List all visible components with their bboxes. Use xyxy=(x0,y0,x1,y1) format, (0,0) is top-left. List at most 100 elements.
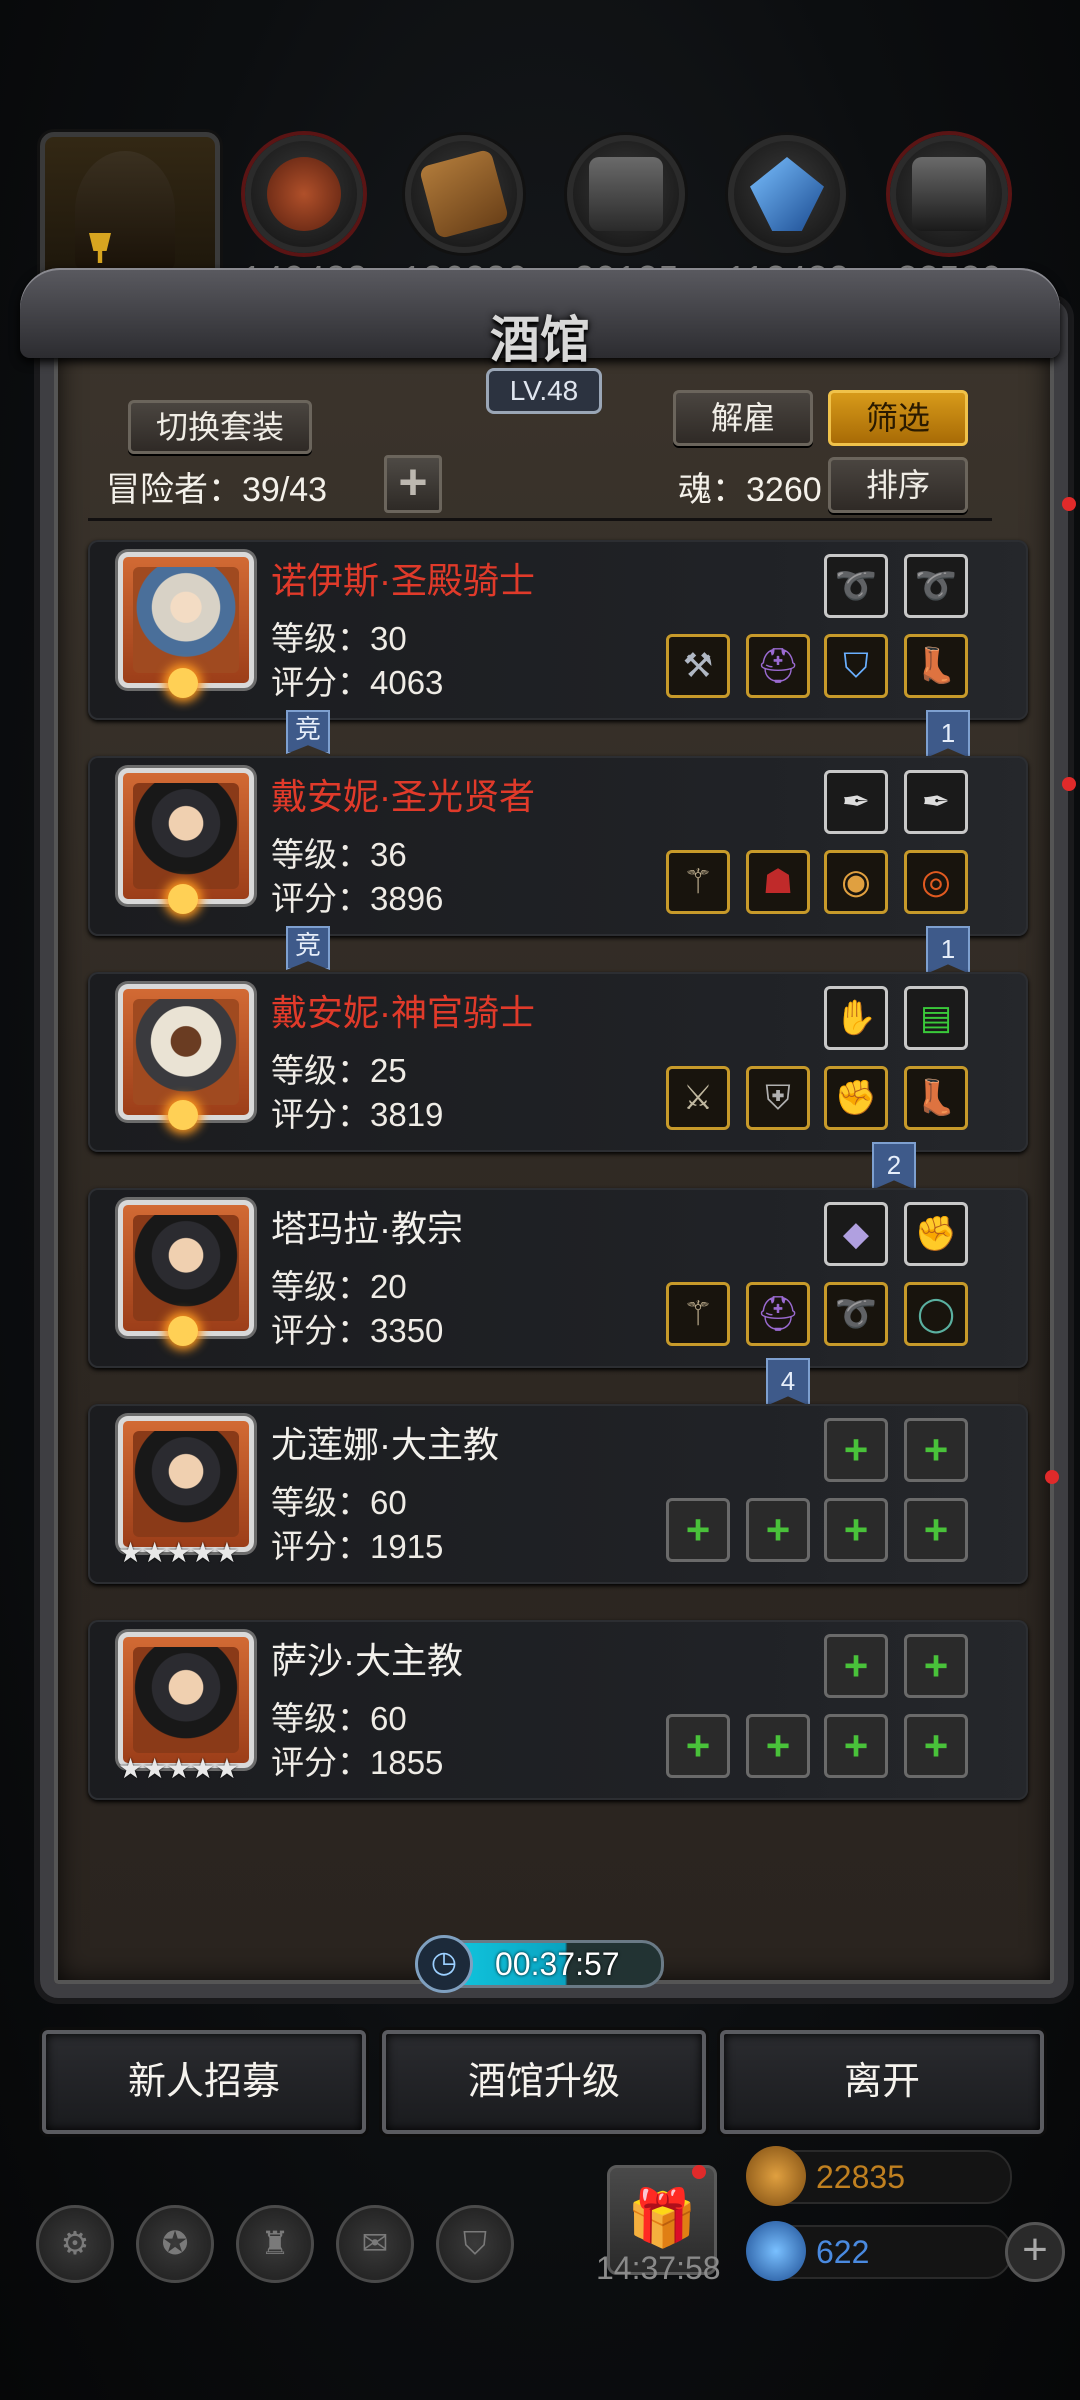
hero-name: 塔玛拉·教宗 xyxy=(271,1208,463,1249)
hero-score: 评分：3896 xyxy=(271,880,444,917)
empty-slot[interactable]: + xyxy=(666,1498,730,1562)
empty-slot[interactable]: + xyxy=(746,1714,810,1778)
necklace-slot[interactable]: ➰ xyxy=(824,1282,888,1346)
add-icon: + xyxy=(923,1506,949,1553)
shield-icon: ⛉ xyxy=(843,647,869,685)
hero-card[interactable]: 诺伊斯·圣殿骑士 等级：30 评分：4063 ➰ ➰ ⚒ ⛑ ⛉ 👢 xyxy=(88,540,1028,720)
shield-slot[interactable]: ⛉ xyxy=(824,634,888,698)
resource-stone-slot[interactable] xyxy=(567,135,685,253)
mace-icon: ⚔ xyxy=(682,1079,714,1117)
star-rating: ★★★★★ xyxy=(118,1537,240,1568)
tome-icon: ▤ xyxy=(919,999,953,1037)
hero-level: 等级：25 xyxy=(271,1052,407,1089)
empty-slot[interactable]: + xyxy=(824,1418,888,1482)
gem-icon xyxy=(746,2221,806,2281)
empty-slot[interactable]: + xyxy=(746,1498,810,1562)
switch-set-button[interactable]: 切换套装 xyxy=(128,400,312,454)
necklace-icon: ➰ xyxy=(834,1295,878,1333)
empty-slot[interactable]: + xyxy=(666,1714,730,1778)
crystal-icon: ◆ xyxy=(842,1215,870,1253)
filter-button[interactable]: 筛选 xyxy=(828,390,968,446)
boots-slot[interactable]: 👢 xyxy=(904,1066,968,1130)
helmet-slot[interactable]: ⛑ xyxy=(746,634,810,698)
hero-score: 评分：3819 xyxy=(271,1096,444,1133)
helmet-slot[interactable]: ⛑ xyxy=(746,1282,810,1346)
hero-card[interactable]: ★★★★★ 尤莲娜·大主教 等级：60 评分：1915 + + + + + + xyxy=(88,1404,1028,1584)
mace-slot[interactable]: ⚔ xyxy=(666,1066,730,1130)
staff-slot[interactable]: ⚚ xyxy=(666,850,730,914)
boots-icon: 👢 xyxy=(914,647,958,685)
resource-crystal-slot[interactable] xyxy=(728,135,846,253)
shield-icon[interactable]: ⛉ xyxy=(436,2205,514,2283)
empty-slot[interactable]: + xyxy=(904,1418,968,1482)
refresh-timer: ◷ 00:37:57 xyxy=(415,1935,664,1993)
soul-count: 魂：3260 xyxy=(678,471,822,509)
empty-slot[interactable]: + xyxy=(824,1498,888,1562)
feather-slot[interactable]: ✒ xyxy=(824,770,888,834)
crescent-icon xyxy=(168,668,198,698)
hammer-slot[interactable]: ⚒ xyxy=(666,634,730,698)
empty-slot[interactable]: + xyxy=(824,1714,888,1778)
adventurers-count: 冒险者：39/43 xyxy=(106,471,328,509)
armor-slot[interactable]: ⛨ xyxy=(746,1066,810,1130)
add-icon: + xyxy=(843,1722,869,1769)
hero-card[interactable]: 塔玛拉·教宗 等级：20 评分：3350 ◆ ✊ ⚚ ⛑ ➰ ◯ xyxy=(88,1188,1028,1368)
hero-avatar xyxy=(118,1416,254,1552)
necklace-icon: ➰ xyxy=(834,567,878,605)
gauntlet-slot[interactable]: ✊ xyxy=(824,1066,888,1130)
empty-slot[interactable]: + xyxy=(824,1634,888,1698)
add-currency-button[interactable]: + xyxy=(1005,2222,1065,2282)
hero-level: 等级：30 xyxy=(271,620,407,657)
recruit-button[interactable]: 新人招募 xyxy=(42,2030,366,2134)
add-icon: + xyxy=(843,1506,869,1553)
hero-card[interactable]: 戴安妮·圣光贤者 等级：36 评分：3896 ✒ ✒ ⚚ ☗ ◉ ◎ xyxy=(88,756,1028,936)
glove-slot[interactable]: ✋ xyxy=(824,986,888,1050)
iron-icon xyxy=(912,157,986,231)
hood-slot[interactable]: ☗ xyxy=(746,850,810,914)
settings-icon[interactable]: ⚙ xyxy=(36,2205,114,2283)
timer-text: 00:37:57 xyxy=(495,1946,620,1982)
add-icon: + xyxy=(923,1722,949,1769)
resource-leather-slot[interactable] xyxy=(245,135,363,253)
necklace-icon: ➰ xyxy=(914,567,958,605)
hero-name: 萨沙·大主教 xyxy=(271,1640,463,1681)
empty-slot[interactable]: + xyxy=(904,1498,968,1562)
leave-button[interactable]: 离开 xyxy=(720,2030,1044,2134)
castle-icon[interactable]: ♜ xyxy=(236,2205,314,2283)
mail-icon[interactable]: ✉ xyxy=(336,2205,414,2283)
add-slot-button[interactable]: + xyxy=(384,455,442,513)
boots-slot[interactable]: 👢 xyxy=(904,634,968,698)
hood-icon: ☗ xyxy=(762,863,794,901)
empty-slot[interactable]: + xyxy=(904,1714,968,1778)
gem-counter: 622 xyxy=(746,2221,1012,2281)
staff-slot[interactable]: ⚚ xyxy=(666,1282,730,1346)
staff-icon: ⚚ xyxy=(682,863,714,901)
ring-icon: ◎ xyxy=(921,863,951,901)
ring-slot[interactable]: ◉ xyxy=(824,850,888,914)
glove-icon: ✋ xyxy=(834,999,878,1037)
ring-slot[interactable]: ◯ xyxy=(904,1282,968,1346)
notification-dot xyxy=(1062,497,1076,511)
ring-icon: ◯ xyxy=(916,1295,956,1333)
empty-slot[interactable]: + xyxy=(904,1634,968,1698)
resource-iron-slot[interactable] xyxy=(890,135,1008,253)
necklace-slot[interactable]: ➰ xyxy=(904,554,968,618)
necklace-slot[interactable]: ➰ xyxy=(824,554,888,618)
hero-card[interactable]: ★★★★★ 萨沙·大主教 等级：60 评分：1855 + + + + + + xyxy=(88,1620,1028,1800)
ring-slot[interactable]: ◎ xyxy=(904,850,968,914)
dismiss-button[interactable]: 解雇 xyxy=(673,390,813,446)
upgrade-tavern-button[interactable]: 酒馆升级 xyxy=(382,2030,706,2134)
helmet-icon: ⛑ xyxy=(756,647,800,685)
armor-icon: ⛨ xyxy=(765,1079,791,1117)
star-icon[interactable]: ✪ xyxy=(136,2205,214,2283)
tome-slot[interactable]: ▤ xyxy=(904,986,968,1050)
hooded-figure-icon xyxy=(75,151,175,271)
hero-score: 评分：1915 xyxy=(271,1528,444,1565)
hero-card[interactable]: 戴安妮·神官骑士 等级：25 评分：3819 ✋ ▤ ⚔ ⛨ ✊ 👢 xyxy=(88,972,1028,1152)
sort-button[interactable]: 排序 xyxy=(828,457,968,513)
crystal-slot[interactable]: ◆ xyxy=(824,1202,888,1266)
feather-icon: ✒ xyxy=(841,783,871,821)
feather-slot[interactable]: ✒ xyxy=(904,770,968,834)
glove-slot[interactable]: ✊ xyxy=(904,1202,968,1266)
resource-wood-slot[interactable] xyxy=(405,135,523,253)
